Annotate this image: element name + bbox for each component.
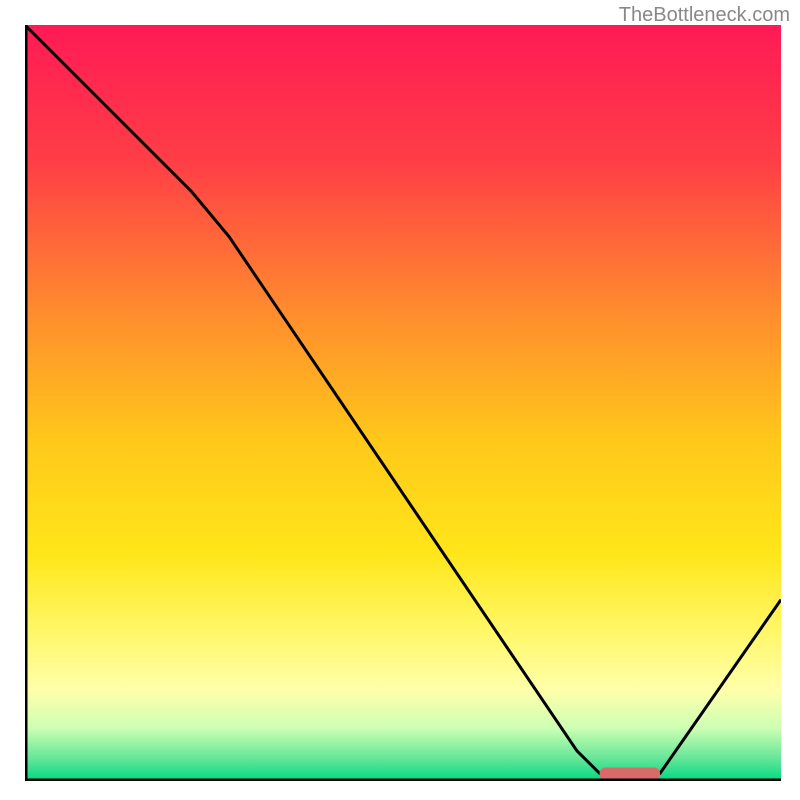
watermark-text: TheBottleneck.com bbox=[619, 4, 790, 27]
chart-container bbox=[25, 25, 781, 781]
optimal-marker bbox=[600, 767, 660, 780]
chart-svg bbox=[25, 25, 781, 781]
